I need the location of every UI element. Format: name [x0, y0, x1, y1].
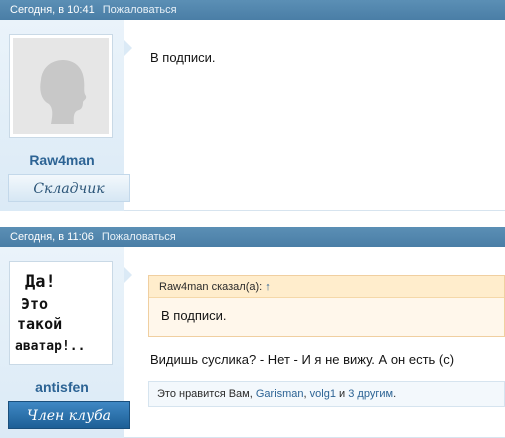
- post-1: Сегодня, в 10:41 Пожаловаться Raw4man Скл…: [0, 0, 505, 211]
- likes-suffix: .: [393, 388, 397, 400]
- quote-block: Raw4man сказал(а): ↑ В подписи.: [148, 275, 505, 337]
- post-header: Сегодня, в 10:41 Пожаловаться: [0, 0, 505, 20]
- liker-link[interactable]: volg1: [310, 388, 336, 400]
- post-header: Сегодня, в 11:06 Пожаловаться: [0, 227, 505, 247]
- avatar[interactable]: [9, 34, 113, 138]
- username[interactable]: Raw4man: [0, 152, 124, 168]
- user-sidebar: Да! Это такой аватар!.. antisfen Член кл…: [0, 247, 130, 438]
- default-avatar-icon: [13, 38, 109, 134]
- likes-comma: ,: [303, 388, 307, 400]
- quote-header: Raw4man сказал(а): ↑: [149, 276, 504, 298]
- user-sidebar: Raw4man Складчик: [0, 20, 130, 211]
- quote-jump-arrow-icon[interactable]: ↑: [265, 281, 271, 293]
- avatar-text-line: Да!: [25, 272, 56, 292]
- likes-prefix: Это нравится Вам,: [157, 388, 253, 400]
- avatar-text-line: такой: [17, 315, 62, 333]
- liker-link[interactable]: Garisman: [256, 388, 304, 400]
- report-link[interactable]: Пожаловаться: [103, 4, 177, 16]
- likes-summary: Это нравится Вам, Garisman, volg1 и 3 др…: [148, 381, 505, 407]
- quote-text: В подписи.: [161, 308, 227, 323]
- avatar-text-line: аватар!..: [15, 339, 85, 354]
- sidebar-arrow: [124, 267, 132, 283]
- post-2: Сегодня, в 11:06 Пожаловаться Да! Это так…: [0, 227, 505, 438]
- post-time[interactable]: Сегодня, в 10:41: [10, 4, 95, 16]
- user-title-badge: Складчик: [8, 174, 130, 202]
- other-likers-link[interactable]: 3 другим: [348, 388, 393, 400]
- post-time[interactable]: Сегодня, в 11:06: [10, 231, 94, 243]
- handwritten-avatar-image: Да! Это такой аватар!..: [13, 265, 109, 361]
- avatar-text-line: Это: [21, 295, 48, 313]
- quote-author: Raw4man сказал(а):: [159, 281, 263, 293]
- avatar[interactable]: Да! Это такой аватар!..: [9, 261, 113, 365]
- post-divider: [124, 210, 505, 211]
- post-content: Видишь суслика? - Нет - И я не вижу. А о…: [150, 352, 455, 367]
- post-content: В подписи.: [150, 50, 216, 65]
- report-link[interactable]: Пожаловаться: [102, 231, 176, 243]
- user-title-badge: Член клуба: [8, 401, 130, 429]
- username[interactable]: antisfen: [0, 379, 124, 395]
- likes-and: и: [339, 388, 346, 400]
- sidebar-arrow: [124, 40, 132, 56]
